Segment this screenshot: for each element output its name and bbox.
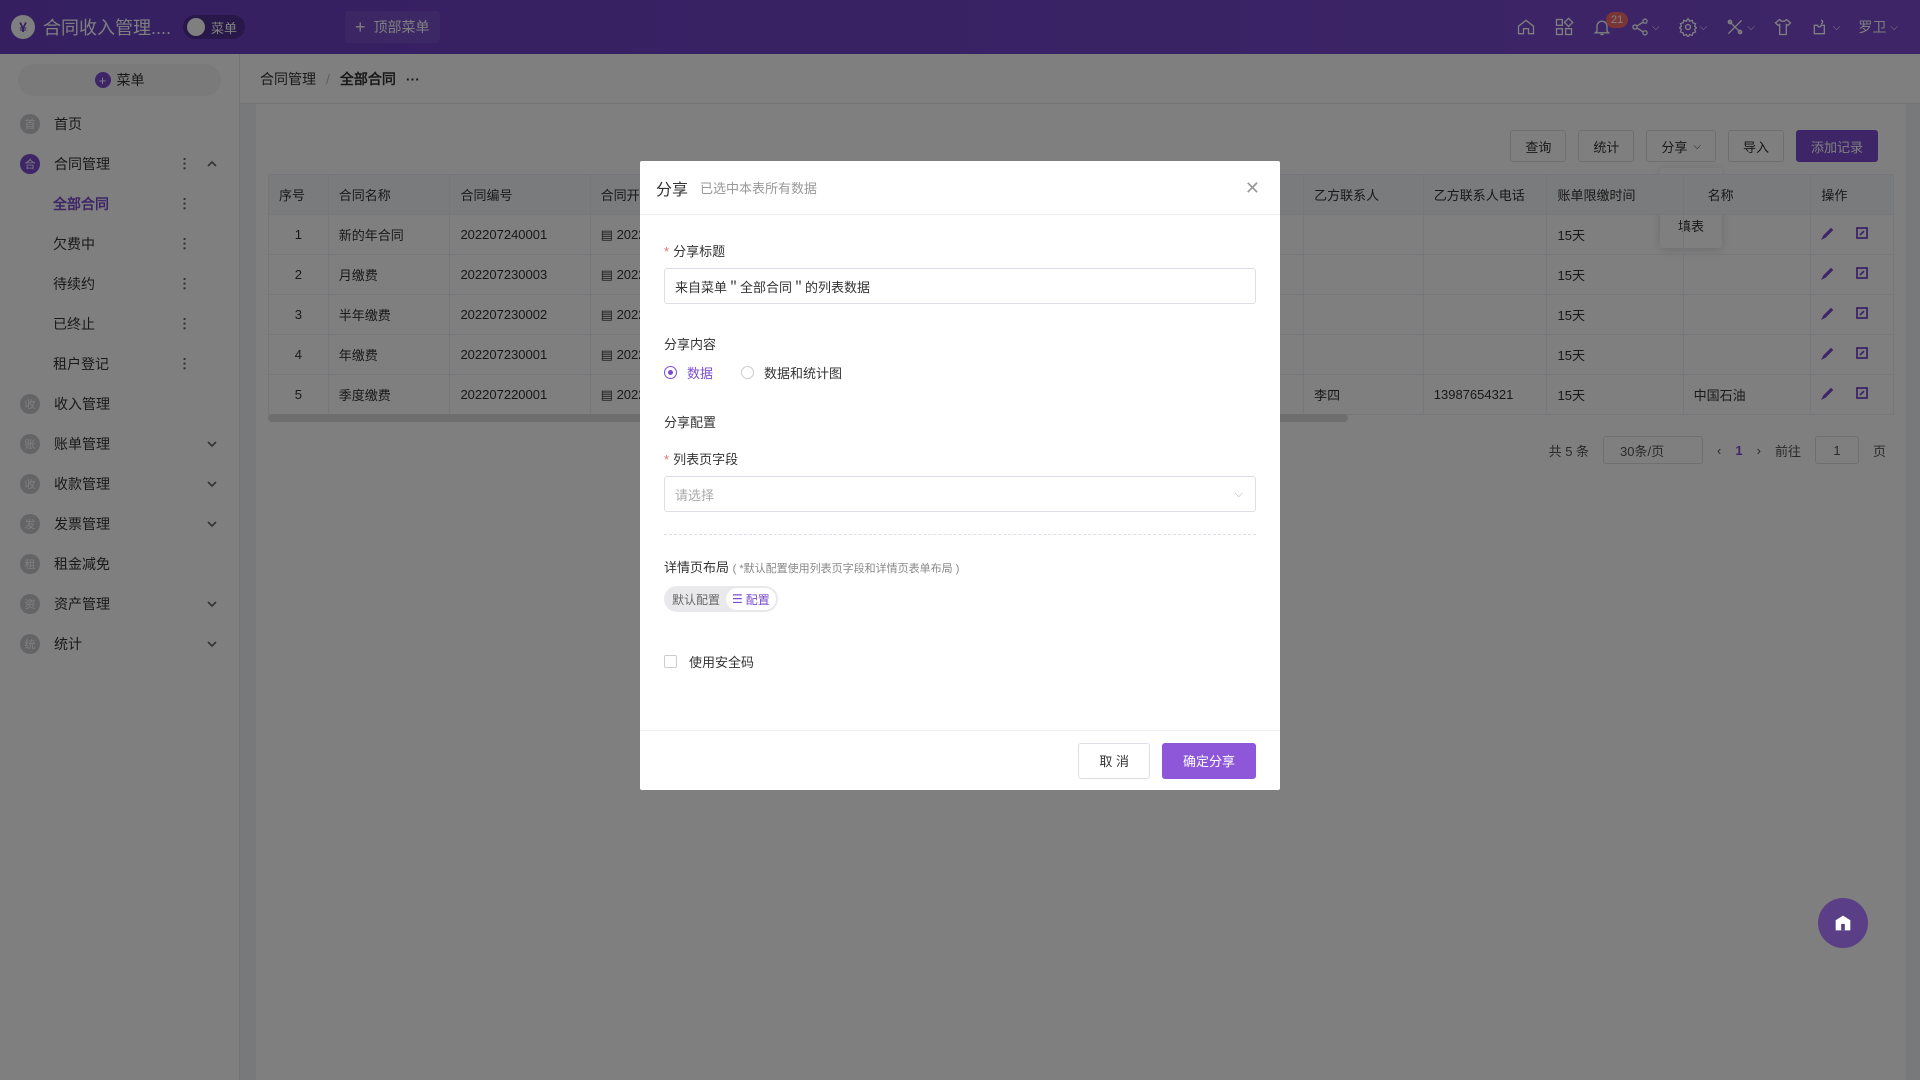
cancel-button[interactable]: 取 消 xyxy=(1078,742,1150,779)
radio-data-label: 数据 xyxy=(687,366,714,381)
fields-label: * 列表页字段 xyxy=(664,449,1256,468)
building-icon xyxy=(1835,915,1851,931)
security-code-checkbox[interactable]: 使用安全码 xyxy=(664,652,1256,671)
detail-layout-label: 详情页布局 ( *默认配置使用列表页字段和详情页表单布局 ) xyxy=(664,557,1256,576)
share-title-input[interactable]: 来自菜单＂全部合同＂的列表数据 xyxy=(664,268,1256,304)
share-title-label: * 分享标题 xyxy=(664,241,1256,260)
share-title-label-text: 分享标题 xyxy=(673,244,726,259)
fields-label-text: 列表页字段 xyxy=(673,452,739,467)
segment-config[interactable]: ☰ 配置 xyxy=(726,588,776,610)
security-code-label: 使用安全码 xyxy=(689,655,755,670)
fields-select[interactable]: 请选择 ⌵ xyxy=(664,476,1256,512)
radio-data[interactable]: 数据 xyxy=(664,363,713,382)
segment-default-config[interactable]: 默认配置 xyxy=(666,588,726,610)
radio-data-and-chart[interactable]: 数据和统计图 xyxy=(741,363,842,382)
radio-dot xyxy=(664,366,677,379)
share-dialog: 分享 已选中本表所有数据 ✕ * 分享标题 来自菜单＂全部合同＂的列表数据 分享内… xyxy=(640,161,1280,790)
detail-layout-hint: ( *默认配置使用列表页字段和详情页表单布局 ) xyxy=(732,563,960,575)
fields-placeholder: 请选择 xyxy=(675,487,715,503)
dialog-body: * 分享标题 来自菜单＂全部合同＂的列表数据 分享内容 数据 数据和统计图 分享配… xyxy=(640,241,1280,671)
checkbox-box xyxy=(664,655,677,668)
share-content-radios: 数据 数据和统计图 xyxy=(664,363,1256,382)
floating-home-button[interactable] xyxy=(1818,898,1868,948)
chevron-down-icon: ⌵ xyxy=(1234,487,1243,500)
radio-dot xyxy=(741,366,755,379)
confirm-share-button[interactable]: 确定分享 xyxy=(1161,742,1256,779)
close-icon[interactable]: ✕ xyxy=(1245,178,1260,199)
layout-segment: 默认配置 ☰ 配置 xyxy=(664,586,778,612)
config-icon: ☰ xyxy=(732,592,743,606)
dialog-subtitle: 已选中本表所有数据 xyxy=(700,181,818,196)
dialog-footer: 取 消 确定分享 xyxy=(640,730,1280,790)
detail-layout-label-text: 详情页布局 xyxy=(664,560,730,575)
dashed-divider xyxy=(664,534,1256,535)
share-config-label: 分享配置 xyxy=(664,415,717,430)
required-mark: * xyxy=(664,244,670,259)
required-mark: * xyxy=(664,452,670,467)
segment-config-label: 配置 xyxy=(745,592,770,607)
radio-data-chart-label: 数据和统计图 xyxy=(764,366,843,381)
share-content-label: 分享内容 xyxy=(664,337,717,352)
app-root: ¥ 合同收入管理.... 菜单 +顶部菜单 21 ⌵ ⌵ ⌵ ⌵ 罗卫⌵ +菜单… xyxy=(0,0,1920,1080)
dialog-header: 分享 已选中本表所有数据 ✕ xyxy=(640,161,1280,215)
dialog-title: 分享 xyxy=(656,181,689,199)
